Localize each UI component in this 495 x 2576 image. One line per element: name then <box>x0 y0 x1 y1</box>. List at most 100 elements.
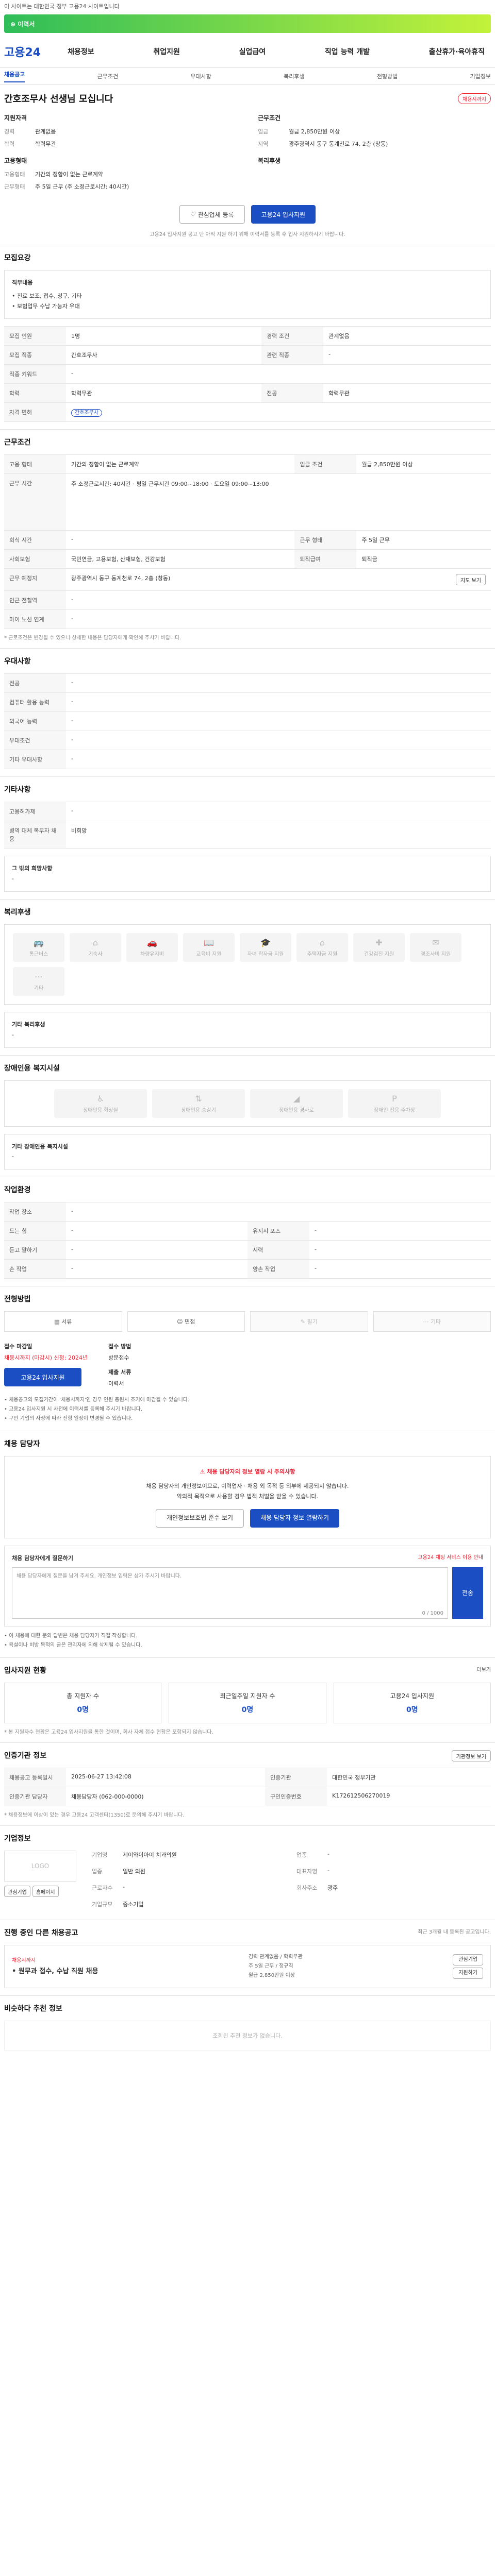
tab-conditions[interactable]: 근무조건 <box>97 72 118 80</box>
more-icon: ⋯ <box>423 1318 431 1325</box>
table-row: 작업 장소 - <box>4 1202 491 1222</box>
disabled-item: ⇅ 장애인용 승강기 <box>152 1089 245 1118</box>
etc-table: 고용허가제 - 병역 대체 복무자 채용 비희망 <box>4 802 491 849</box>
method-apply-button[interactable]: 고용24 입사지원 <box>4 1368 81 1387</box>
tab-company[interactable]: 기업정보 <box>470 72 491 80</box>
tab-welfare[interactable]: 복리후생 <box>284 72 304 80</box>
nav-item[interactable]: 취업지원 <box>147 46 186 57</box>
ramp-icon: ◢ <box>293 1093 300 1104</box>
resume-banner[interactable]: ⊕ 이력서 <box>4 14 491 33</box>
qualification-block: 지원자격 경력 관계없음 학력 학력무관 <box>4 114 56 147</box>
heart-icon: ♡ <box>190 211 198 218</box>
deadline-badge: 채용시까지 <box>458 93 491 104</box>
employment-type-block: 고용형태 고용형태 기간의 정함이 없는 근로계약 근무형태 주 5일 근무 (주 … <box>4 157 129 190</box>
other-job-card[interactable]: 채용시까지 • 원무과 접수, 수납 직원 채용 경력 관계없음 / 학력무관 … <box>4 1945 491 1989</box>
welfare-item: ⋯ 기타 <box>13 967 64 996</box>
restroom-icon: ♿ <box>96 1093 105 1104</box>
site-logo[interactable]: 고용24 <box>4 43 41 60</box>
method-notes: • 채용공고의 모집기간이 '채용시까지'인 경우 인원 충원시 조기에 마감될… <box>4 1397 190 1422</box>
send-button[interactable]: 전송 <box>452 1567 483 1619</box>
method-written: ✎ 필기 <box>250 1311 368 1332</box>
table-row: 병역 대체 복무자 채용 비희망 <box>4 821 491 849</box>
table-row: 듣고 말하기 - 시력 - <box>4 1240 491 1260</box>
disabled-section: 장애인용 복지시설 ♿ 장애인용 화장실 ⇅ 장애인용 승강기 ◢ 장애인용 경사로 … <box>0 1056 495 1178</box>
tab-preferences[interactable]: 우대사항 <box>190 72 211 80</box>
disabled-etc-box: 기타 장애인용 복지시설 - <box>4 1133 491 1170</box>
health-icon: ✚ <box>375 937 383 947</box>
people-icon: ☺ <box>177 1318 185 1325</box>
detail-tabs: 채용공고 근무조건 우대사항 복리후생 전형방법 기업정보 <box>0 68 495 84</box>
nav-item[interactable]: 직업 능력 개발 <box>319 46 376 57</box>
section-title: 비슷하다 추천 정보 <box>4 2005 62 2013</box>
company-info: 기업명 제이와이아이 치과의원 업종 - 업종 일반 의원 대표자명 - 근로자수 - 회… <box>92 1851 338 1908</box>
status-card: 총 지원자 수 0명 <box>4 1683 162 1724</box>
favorite-company-button[interactable]: 관심기업 <box>4 1886 30 1897</box>
info-section: 인증기관 정보 기관정보 보기 채용공고 등록일시 2025-06-27 13:4… <box>0 1743 495 1826</box>
view-contact-button[interactable]: 채용 담당자 정보 열람하기 <box>250 1509 339 1528</box>
recruit-table: 모집 인원 1명 경력 조건 관계없음 모집 직종 간호조무사 관련 직종 - 직종 키워드… <box>4 326 491 422</box>
section-title: 전형방법 <box>4 1295 31 1304</box>
table-row: 기타 우대사항 - <box>4 750 491 770</box>
question-input[interactable]: 채용 담당자에게 질문을 남겨 주세요. 개인정보 입력은 삼가 주시기 바랍니… <box>12 1567 448 1619</box>
table-row: 직종 키워드 - <box>4 364 491 384</box>
table-row: 인증기관 담당자 채용담당자 (062-000-0000) 구인인증번호 K17261… <box>4 1787 491 1807</box>
etc-hope-box: 그 밖의 희망사항 - <box>4 856 491 892</box>
welfare-item: ✚ 건강검진 지원 <box>353 933 405 962</box>
company-section: 기업정보 LOGO 관심기업 홈페이지 기업명 제이와이아이 치과의원 업종 - 업… <box>0 1826 495 1921</box>
bus-icon: 🚌 <box>34 937 44 947</box>
table-row: 모집 직종 간호조무사 관련 직종 - <box>4 345 491 365</box>
scrap-button[interactable]: ♡ 관심업체 등록 <box>179 205 245 224</box>
nav-item[interactable]: 실업급여 <box>233 46 272 57</box>
table-row: 사회보험 국민연금, 고용보험, 산재보험, 건강보험 퇴직급여 퇴직금 <box>4 549 491 569</box>
etc-section: 기타사항 고용허가제 - 병역 대체 복무자 채용 비희망 그 밖의 희망사항 - <box>0 777 495 900</box>
privacy-button[interactable]: 개인정보보호법 준수 보기 <box>156 1509 244 1528</box>
other-apply-button[interactable]: 지원하기 <box>453 1968 483 1979</box>
job-description-box: 직무내용 • 진료 보조, 접수, 청구, 기타 • 보험업무 수납 가능자 우… <box>4 270 491 319</box>
tab-recruit[interactable]: 채용공고 <box>4 70 25 82</box>
method-etc: ⋯ 기타 <box>373 1311 491 1332</box>
chat-guide-link[interactable]: 고용24 채팅 서비스 이용 안내 <box>418 1553 483 1564</box>
nav-item[interactable]: 채용정보 <box>61 46 101 57</box>
method-interview: ☺ 면접 <box>127 1311 245 1332</box>
welfare-item: ⌂ 주택자금 지원 <box>296 933 348 962</box>
more-icon: ⋯ <box>35 971 43 981</box>
welfare-item: ✉ 경조사비 지원 <box>410 933 461 962</box>
homepage-button[interactable]: 홈페이지 <box>32 1886 59 1897</box>
status-section: 입사지원 현황 더보기 총 지원자 수 0명 최근일주일 지원자 수 0명 고용24… <box>0 1658 495 1743</box>
contact-section: 채용 담당자 ⚠ 채용 담당자의 정보 열람 시 주의사항 채용 담당자의 개인… <box>0 1431 495 1658</box>
table-row: 고용허가제 - <box>4 802 491 822</box>
other-favorite-button[interactable]: 관심기업 <box>453 1954 483 1966</box>
main-nav: 채용정보 취업지원 실업급여 직업 능력 개발 출산휴가·육아휴직 <box>61 46 491 57</box>
welfare-item: 🎓 자녀 학자금 지원 <box>240 933 291 962</box>
tab-method[interactable]: 전형방법 <box>377 72 398 80</box>
disabled-item: ♿ 장애인용 화장실 <box>54 1089 147 1118</box>
method-document: ▤ 서류 <box>4 1311 122 1332</box>
section-title: 우대사항 <box>4 657 31 666</box>
section-title: 작업환경 <box>4 1186 31 1195</box>
table-row: 전공 - <box>4 673 491 693</box>
other-jobs-section: 진행 중인 다른 채용공고 최근 3개월 내 등록된 공고입니다. 채용시까지 … <box>0 1920 495 1996</box>
conditions-table: 고용 형태 기간의 정함이 없는 근로계약 임금 조건 월급 2,850만원 이상 근… <box>4 454 491 630</box>
more-link[interactable]: 더보기 <box>476 1665 491 1683</box>
disabled-item: ◢ 장애인용 경사로 <box>250 1089 343 1118</box>
table-row: 우대조건 - <box>4 731 491 751</box>
document-icon: ▤ <box>54 1318 62 1325</box>
parking-icon: P <box>392 1093 397 1104</box>
section-title: 채용 담당자 <box>4 1440 40 1449</box>
apply-button[interactable]: 고용24 입사지원 <box>251 205 316 224</box>
section-title: 진행 중인 다른 채용공고 <box>4 1929 78 1938</box>
section-title: 인증기관 정보 <box>4 1752 47 1760</box>
section-title: 장애인용 복지시설 <box>4 1064 60 1073</box>
question-box: 채용 담당자에게 질문하기 고용24 채팅 서비스 이용 안내 채용 담당자에게… <box>4 1545 491 1627</box>
disabled-grid: ♿ 장애인용 화장실 ⇅ 장애인용 승강기 ◢ 장애인용 경사로 P 장애인 전용 주차… <box>4 1080 491 1127</box>
similar-section: 비슷하다 추천 정보 조회된 추천 정보가 없습니다. <box>0 1996 495 2058</box>
welfare-etc-box: 기타 복리후생 - <box>4 1011 491 1048</box>
table-row: 외국어 능력 - <box>4 711 491 732</box>
home-icon: ⌂ <box>319 937 325 947</box>
welfare-item: ⌂ 기숙사 <box>70 933 121 962</box>
welfare-summary-block: 복리후생 <box>258 157 281 164</box>
preferences-section: 우대사항 전공 - 컴퓨터 활용 능력 - 외국어 능력 - 우대조건 - 기타 우대사… <box>0 649 495 777</box>
nav-item[interactable]: 출산휴가·육아휴직 <box>423 46 491 57</box>
map-button[interactable]: 지도 보기 <box>456 574 486 586</box>
org-info-button[interactable]: 기관정보 보기 <box>451 1750 491 1762</box>
